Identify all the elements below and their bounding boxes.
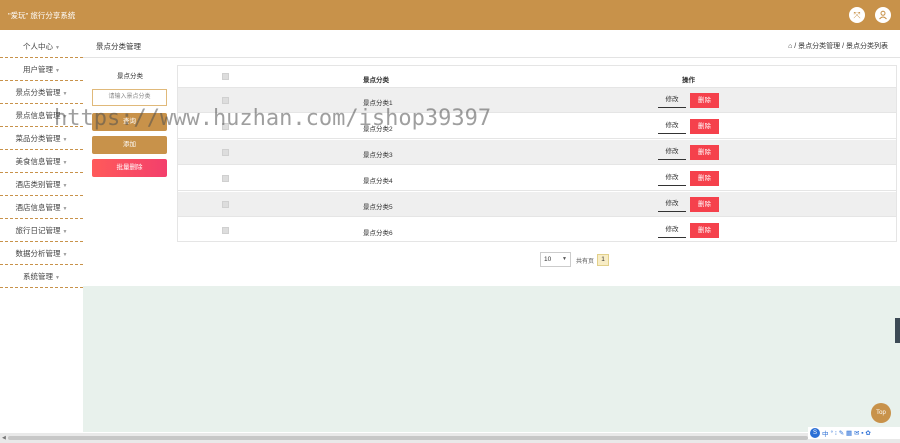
row-name: 景点分类3	[363, 152, 393, 159]
sidebar-item-label: 酒店类别管理	[15, 180, 61, 189]
horizontal-scrollbar[interactable]: ◀	[0, 433, 900, 443]
edit-button[interactable]: 修改	[658, 93, 686, 108]
page-title: 景点分类管理	[96, 42, 141, 51]
sidebar-item-label: 景点分类管理	[15, 88, 61, 97]
chevron-down-icon: ▼	[62, 252, 68, 258]
sidebar-item-label: 用户管理	[23, 65, 54, 74]
chevron-down-icon: ▼	[62, 160, 68, 166]
back-to-top-button[interactable]: Top	[871, 403, 891, 423]
sidebar-item-personal-center[interactable]: 个人中心 ▼	[0, 35, 83, 58]
chevron-down-icon: ▼	[62, 206, 68, 212]
delete-button[interactable]: 删除	[690, 145, 719, 160]
watermark: https://www.huzhan.com/ishop39397	[54, 106, 492, 131]
ime-toolbar[interactable]: S 中 ° ⁝ ✎ ▦ ✉ ▪ ✿	[808, 427, 900, 439]
chevron-down-icon: ▼	[62, 229, 68, 235]
sidebar-item-label: 旅行日记管理	[15, 226, 61, 235]
app-title: "爱玩" 旅行分享系统	[8, 11, 76, 20]
row-name: 景点分类4	[363, 178, 393, 185]
sidebar-item-food-info[interactable]: 美食信息管理 ▼	[0, 150, 83, 173]
search-input[interactable]: 请输入景点分类	[92, 89, 167, 106]
page-size-select[interactable]: 10 ▼	[540, 252, 571, 267]
user-glyph	[879, 10, 887, 20]
sidebar: 个人中心 ▼ 用户管理 ▼ 景点分类管理 ▼ 景点信息管理 ▼ 菜品分类管理 ▼ 美食信息…	[0, 30, 83, 430]
sidebar-item-label: 系统管理	[23, 272, 54, 281]
row-name: 景点分类6	[363, 230, 393, 237]
sidebar-item-hotel-info[interactable]: 酒店信息管理 ▼	[0, 196, 83, 219]
sidebar-item-scenic-category[interactable]: 景点分类管理 ▼	[0, 81, 83, 104]
sidebar-item-data-analysis[interactable]: 数据分析管理 ▼	[0, 242, 83, 265]
chevron-down-icon: ▼	[55, 45, 60, 51]
page-size-value: 10	[544, 256, 552, 263]
table-row: 景点分类4 修改 删除	[178, 166, 896, 191]
total-pages-label: 共有页	[576, 259, 595, 265]
delete-button[interactable]: 删除	[690, 197, 719, 212]
chevron-down-icon: ▼	[62, 91, 68, 97]
sidebar-item-label: 菜品分类管理	[15, 134, 61, 143]
select-all-checkbox[interactable]	[222, 73, 229, 80]
table-row: 景点分类5 修改 删除	[178, 192, 896, 217]
sidebar-item-travel-diary[interactable]: 旅行日记管理 ▼	[0, 219, 83, 242]
add-button[interactable]: 添加	[92, 136, 167, 154]
edit-button[interactable]: 修改	[658, 223, 686, 238]
chevron-down-icon: ▼	[62, 183, 68, 189]
edit-button[interactable]: 修改	[658, 171, 686, 186]
sidebar-item-system[interactable]: 系统管理 ▼	[0, 265, 83, 288]
scroll-thumb[interactable]	[8, 436, 808, 440]
side-drawer-handle[interactable]	[895, 318, 900, 343]
sidebar-item-label: 数据分析管理	[15, 249, 61, 258]
content-background	[83, 286, 900, 432]
page-number-current[interactable]: 1	[597, 254, 609, 266]
row-checkbox[interactable]	[222, 149, 229, 156]
sidebar-item-label: 美食信息管理	[15, 157, 61, 166]
table-row: 景点分类6 修改 删除	[178, 218, 896, 243]
column-header-operation: 操作	[682, 77, 695, 84]
sidebar-item-label: 酒店信息管理	[15, 203, 61, 212]
row-checkbox[interactable]	[222, 175, 229, 182]
delete-button[interactable]: 删除	[690, 119, 719, 134]
breadcrumb[interactable]: ⌂ / 景点分类管理 / 景点分类列表	[788, 41, 888, 51]
table-row: 景点分类3 修改 删除	[178, 140, 896, 165]
scroll-left-arrow-icon[interactable]: ◀	[2, 435, 6, 441]
row-checkbox[interactable]	[222, 227, 229, 234]
chevron-down-icon: ▼	[55, 68, 60, 74]
delete-button[interactable]: 删除	[690, 171, 719, 186]
edit-button[interactable]: 修改	[658, 119, 686, 134]
row-checkbox[interactable]	[222, 97, 229, 104]
row-checkbox[interactable]	[222, 201, 229, 208]
delete-button[interactable]: 删除	[690, 223, 719, 238]
batch-delete-button[interactable]: 批量删除	[92, 159, 167, 177]
sidebar-item-hotel-category[interactable]: 酒店类别管理 ▼	[0, 173, 83, 196]
ime-tool-icons[interactable]: ° ⁝ ✎ ▦ ✉ ▪ ✿	[831, 429, 871, 437]
top-bar: "爱玩" 旅行分享系统 ⤧	[0, 0, 900, 30]
shrink-arrows-icon[interactable]: ⤧	[849, 7, 865, 23]
ime-logo-icon[interactable]: S	[810, 428, 820, 438]
user-icon[interactable]	[875, 7, 891, 23]
delete-button[interactable]: 删除	[690, 93, 719, 108]
sidebar-item-label: 个人中心	[23, 42, 54, 51]
table-header: 景点分类 操作	[178, 66, 896, 88]
ime-language-toggle[interactable]: 中	[822, 428, 829, 438]
edit-button[interactable]: 修改	[658, 145, 686, 160]
chevron-down-icon: ▼	[62, 137, 68, 143]
chevron-down-icon: ▼	[562, 256, 567, 262]
column-header-name[interactable]: 景点分类	[363, 74, 389, 84]
breadcrumb-bar: 景点分类管理 ⌂ / 景点分类管理 / 景点分类列表	[83, 32, 900, 58]
edit-button[interactable]: 修改	[658, 197, 686, 212]
chevron-down-icon: ▼	[55, 275, 60, 281]
search-label: 景点分类	[117, 73, 143, 80]
sidebar-item-users[interactable]: 用户管理 ▼	[0, 58, 83, 81]
row-name: 景点分类5	[363, 204, 393, 211]
category-table: 景点分类 操作 景点分类1 修改 删除 景点分类2 修改 删除 景点分类3 修改…	[177, 65, 897, 242]
